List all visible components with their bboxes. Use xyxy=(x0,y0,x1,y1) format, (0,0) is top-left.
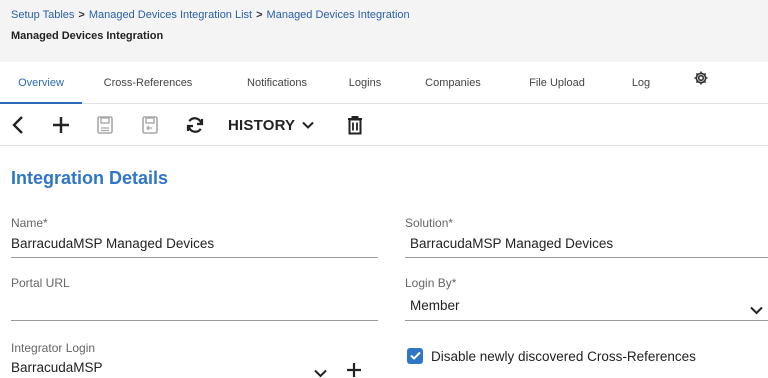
add-icon xyxy=(52,116,70,134)
breadcrumb-item-setup-tables[interactable]: Setup Tables xyxy=(11,9,74,21)
integrator-login-dropdown-toggle[interactable] xyxy=(314,365,327,378)
login-by-underline xyxy=(405,320,768,321)
breadcrumb: Setup Tables > Managed Devices Integration… xyxy=(11,9,410,21)
tab-file-upload[interactable]: File Upload xyxy=(516,62,598,104)
section-title: Integration Details xyxy=(11,168,169,188)
delete-button[interactable] xyxy=(345,113,365,137)
disable-xrefs-label[interactable]: Disable newly discovered Cross-Reference… xyxy=(431,349,696,364)
history-label: HISTORY xyxy=(228,116,296,134)
chevron-down-icon xyxy=(302,121,314,129)
tab-logins[interactable]: Logins xyxy=(340,62,390,104)
save-and-close-button[interactable] xyxy=(139,113,161,137)
page-header: Setup Tables > Managed Devices Integration… xyxy=(0,0,768,62)
solution-label: Solution* xyxy=(405,216,454,230)
breadcrumb-separator: > xyxy=(256,9,263,21)
breadcrumb-item-current: Managed Devices Integration xyxy=(266,9,410,21)
add-icon xyxy=(346,363,362,378)
portal-url-label: Portal URL xyxy=(11,276,70,290)
breadcrumb-item-integration-list[interactable]: Managed Devices Integration List xyxy=(89,9,252,21)
name-label: Name* xyxy=(11,216,48,230)
tab-log[interactable]: Log xyxy=(620,62,662,104)
refresh-icon xyxy=(185,115,205,135)
solution-field[interactable]: BarracudaMSP Managed Devices xyxy=(410,236,613,251)
trash-icon xyxy=(347,115,363,135)
name-underline xyxy=(11,257,378,258)
chevron-down-icon xyxy=(750,302,763,319)
tab-bar: Overview Cross-References Notifications … xyxy=(0,62,768,104)
save-button[interactable] xyxy=(94,113,116,137)
page-title: Managed Devices Integration xyxy=(11,30,164,42)
save-icon xyxy=(97,116,113,134)
solution-underline xyxy=(405,257,768,258)
tab-notifications[interactable]: Notifications xyxy=(232,62,322,104)
tab-settings[interactable] xyxy=(686,62,716,104)
tab-overview[interactable]: Overview xyxy=(0,62,82,104)
login-by-label: Login By* xyxy=(405,276,457,290)
tab-companies[interactable]: Companies xyxy=(413,62,493,104)
history-dropdown[interactable]: HISTORY xyxy=(228,113,328,137)
login-by-dropdown-toggle[interactable] xyxy=(750,302,763,320)
back-icon xyxy=(11,115,25,135)
save-and-close-icon xyxy=(142,116,158,134)
breadcrumb-separator: > xyxy=(78,9,85,21)
name-field[interactable]: BarracudaMSP Managed Devices xyxy=(11,236,214,251)
add-integrator-login-button[interactable] xyxy=(346,362,362,378)
tab-cross-references[interactable]: Cross-References xyxy=(92,62,204,104)
portal-url-underline xyxy=(11,320,378,321)
checkmark-icon xyxy=(409,347,421,365)
toolbar: HISTORY xyxy=(0,104,768,146)
login-by-select[interactable]: Member xyxy=(410,298,460,313)
gear-icon xyxy=(693,62,709,104)
refresh-button[interactable] xyxy=(183,113,207,137)
add-button[interactable] xyxy=(50,113,72,137)
chevron-down-icon xyxy=(314,365,327,378)
back-button[interactable] xyxy=(8,113,28,137)
disable-xrefs-checkbox[interactable] xyxy=(407,348,423,364)
portal-url-field[interactable] xyxy=(11,296,371,314)
integrator-login-label: Integrator Login xyxy=(11,341,96,355)
integrator-login-select[interactable]: BarracudaMSP xyxy=(11,360,103,375)
